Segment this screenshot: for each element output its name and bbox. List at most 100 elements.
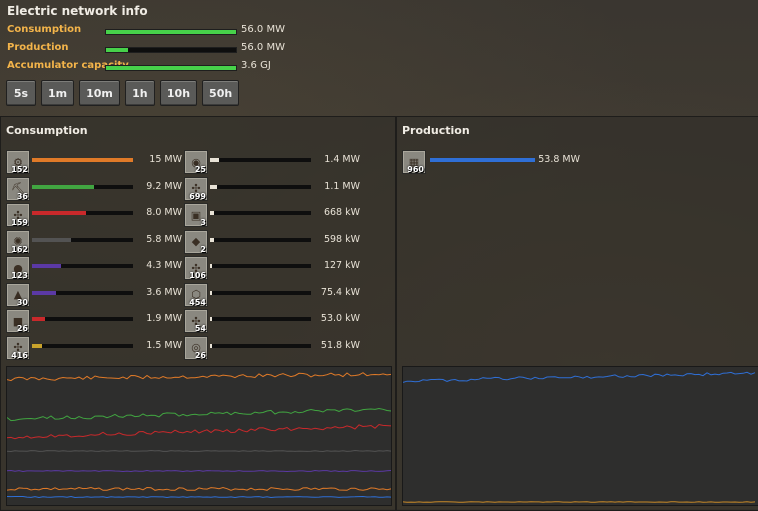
time-button-50h[interactable]: 50h [202, 80, 239, 106]
inserter-icon[interactable]: ✣159 [6, 203, 30, 227]
entity-bar [32, 317, 133, 321]
entity-row[interactable]: ✺1625.8 MW [6, 230, 181, 252]
entity-bar-fill [32, 238, 71, 242]
entity-value: 127 kW [316, 260, 360, 271]
entity-value: 3.6 MW [138, 287, 182, 298]
entity-value: 53.0 kW [316, 313, 360, 324]
entity-bar-fill [210, 291, 212, 295]
entity-value: 1.1 MW [316, 181, 360, 192]
entity-value: 598 kW [316, 234, 360, 245]
production-panel: Production ▦96053.8 MW [396, 116, 758, 511]
entity-count: 54 [195, 324, 206, 333]
time-button-10m[interactable]: 10m [79, 80, 120, 106]
entity-count: 162 [11, 245, 28, 254]
entity-bar [32, 211, 133, 215]
entity-count: 2 [200, 245, 206, 254]
consumption-value: 56.0 MW [241, 24, 301, 35]
graph-line [7, 373, 391, 381]
entity-bar [32, 264, 133, 268]
entity-bar [210, 317, 311, 321]
entity-count: 106 [189, 271, 206, 280]
solar-panel-icon[interactable]: ▦960 [402, 150, 426, 174]
entity-value: 4.3 MW [138, 260, 182, 271]
entity-count: 152 [11, 165, 28, 174]
entity-row[interactable]: ✣159 8.0 MW [6, 203, 181, 225]
centrifuge-icon[interactable]: ◎26 [184, 336, 208, 360]
accumulator-value: 3.6 GJ [241, 60, 301, 71]
time-button-5s[interactable]: 5s [6, 80, 36, 106]
entity-row[interactable]: ◎26 51.8 kW [184, 336, 359, 358]
graph-line [7, 409, 391, 421]
entity-row[interactable]: ■261.9 MW [6, 309, 181, 331]
entity-value: 668 kW [316, 207, 360, 218]
entity-row[interactable]: ●123 4.3 MW [6, 256, 181, 278]
entity-row[interactable]: ⛏36 9.2 MW [6, 177, 181, 199]
pumpjack-icon[interactable]: ▲30 [6, 283, 30, 307]
chemical-plant-icon[interactable]: ⬡454 [184, 283, 208, 307]
entity-count: 416 [11, 351, 28, 360]
entity-bar [210, 238, 311, 242]
assembling-machine-icon[interactable]: ⚙152 [6, 150, 30, 174]
entity-value: 9.2 MW [138, 181, 182, 192]
entity-row[interactable]: ✣416 1.5 MW [6, 336, 181, 358]
entity-row[interactable]: ◆2 598 kW [184, 230, 359, 252]
entity-value: 1.5 MW [138, 340, 182, 351]
entity-row[interactable]: ▣3 668 kW [184, 203, 359, 225]
entity-value: 75.4 kW [316, 287, 360, 298]
entity-bar [32, 238, 133, 242]
entity-row[interactable]: ⬡454 75.4 kW [184, 283, 359, 305]
entity-row[interactable]: ✣54 53.0 kW [184, 309, 359, 331]
electric-mining-drill-icon[interactable]: ⛏36 [6, 177, 30, 201]
entity-value: 1.4 MW [316, 154, 360, 165]
roboport-icon[interactable]: ◆2 [184, 230, 208, 254]
entity-bar-fill [210, 158, 219, 162]
filter-inserter-icon[interactable]: ✣106 [184, 256, 208, 280]
entity-row[interactable]: ⚙15215 MW [6, 150, 181, 172]
production-value: 56.0 MW [241, 42, 301, 53]
entity-count: 3 [200, 218, 206, 227]
entity-bar-fill [32, 291, 56, 295]
electric-furnace-icon[interactable]: ■26 [6, 309, 30, 333]
stack-inserter-icon[interactable]: ✣54 [184, 309, 208, 333]
fast-inserter-icon[interactable]: ✣416 [6, 336, 30, 360]
radar-icon[interactable]: ✺162 [6, 230, 30, 254]
time-range-buttons: 5s 1m 10m 1h 10h 50h [6, 80, 239, 106]
consumption-panel: Consumption ⚙15215 MW ⛏36 9.2 MW ✣159 8.0 MW… [0, 116, 396, 511]
entity-row[interactable]: ✣699 1.1 MW [184, 177, 359, 199]
entity-value: 8.0 MW [138, 207, 182, 218]
summary-consumption: Consumption 56.0 MW [7, 24, 307, 38]
window-title: Electric network info [7, 4, 148, 18]
entity-bar [32, 185, 133, 189]
entity-value: 51.8 kW [316, 340, 360, 351]
entity-bar [32, 291, 133, 295]
graph-line [7, 497, 391, 498]
entity-bar [32, 344, 133, 348]
lab-icon[interactable]: ◉25 [184, 150, 208, 174]
entity-count: 159 [11, 218, 28, 227]
entity-count: 26 [195, 351, 206, 360]
consumption-title: Consumption [6, 124, 88, 137]
lamp-icon[interactable]: ●123 [6, 256, 30, 280]
oil-refinery-icon[interactable]: ▣3 [184, 203, 208, 227]
time-button-1m[interactable]: 1m [41, 80, 74, 106]
entity-row[interactable]: ▲30 3.6 MW [6, 283, 181, 305]
long-handed-inserter-icon[interactable]: ✣699 [184, 177, 208, 201]
production-title: Production [402, 124, 470, 137]
entity-row[interactable]: ▦96053.8 MW [402, 150, 577, 172]
entity-count: 960 [407, 165, 424, 174]
summary-accumulator: Accumulator capacity 3.6 GJ [7, 60, 307, 74]
consumption-bar [105, 29, 237, 35]
time-button-1h[interactable]: 1h [125, 80, 155, 106]
production-label: Production [7, 42, 69, 53]
entity-count: 123 [11, 271, 28, 280]
entity-bar-fill [32, 211, 86, 215]
entity-bar-fill [32, 158, 133, 162]
entity-bar-fill [32, 344, 42, 348]
entity-row[interactable]: ✣106 127 kW [184, 256, 359, 278]
time-button-10h[interactable]: 10h [160, 80, 197, 106]
entity-bar-fill [210, 317, 212, 321]
entity-row[interactable]: ◉25 1.4 MW [184, 150, 359, 172]
entity-bar [210, 158, 311, 162]
entity-bar-fill [32, 185, 94, 189]
entity-bar-fill [210, 344, 212, 348]
